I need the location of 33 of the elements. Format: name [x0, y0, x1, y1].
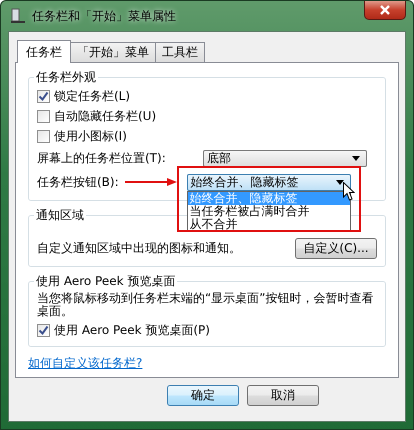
close-button[interactable]	[364, 1, 406, 20]
close-icon	[379, 5, 391, 15]
tab[interactable]: 「开始」菜单	[70, 42, 156, 62]
cancel-button[interactable]: 取消	[247, 385, 319, 406]
tab[interactable]: 任务栏	[17, 40, 71, 63]
dropdown[interactable]: 底部	[203, 150, 367, 166]
description-text: 自定义通知区域中出现的图标和通知。	[37, 240, 241, 256]
tab[interactable]: 工具栏	[155, 42, 205, 62]
field-label: 屏幕上的任务栏位置(T):	[37, 150, 167, 166]
group-title: 通知区域	[35, 207, 85, 224]
caret-icon	[336, 180, 344, 184]
help-link[interactable]: 如何自定义该任务栏?	[28, 355, 142, 372]
checkbox[interactable]	[37, 130, 50, 142]
field-label: 任务栏按钮(B):	[37, 174, 119, 190]
group-title: 使用 Aero Peek 预览桌面	[35, 273, 176, 290]
group-title: 任务栏外观	[35, 69, 97, 86]
checkbox-label: 使用小图标(I)	[54, 128, 127, 144]
checkbox-label: 锁定任务栏(L)	[54, 88, 130, 104]
dropdown-option[interactable]: 当任务栏被占满时合并	[188, 204, 350, 218]
computer-icon	[10, 8, 26, 24]
checkbox-label: 使用 Aero Peek 预览桌面(P)	[54, 322, 210, 338]
arrow-annotation	[124, 178, 177, 186]
description-text: 当您将鼠标移动到任务栏末端的“显示桌面”按钮时，会暂时查看桌面。	[37, 292, 374, 318]
caret-icon	[352, 156, 360, 160]
checkbox[interactable]	[37, 110, 50, 122]
dropdown-option[interactable]: 从不合并	[188, 218, 350, 230]
checkbox-label: 自动隐藏任务栏(U)	[54, 108, 156, 124]
window-title: 任务栏和「开始」菜单属性	[32, 8, 176, 24]
dropdown[interactable]: 始终合并、隐藏标签	[186, 174, 351, 190]
ok-button[interactable]: 确定	[167, 385, 239, 406]
checkbox[interactable]	[37, 90, 50, 102]
checkbox[interactable]	[37, 324, 50, 336]
customize-button[interactable]: 自定义(C)...	[295, 238, 377, 258]
